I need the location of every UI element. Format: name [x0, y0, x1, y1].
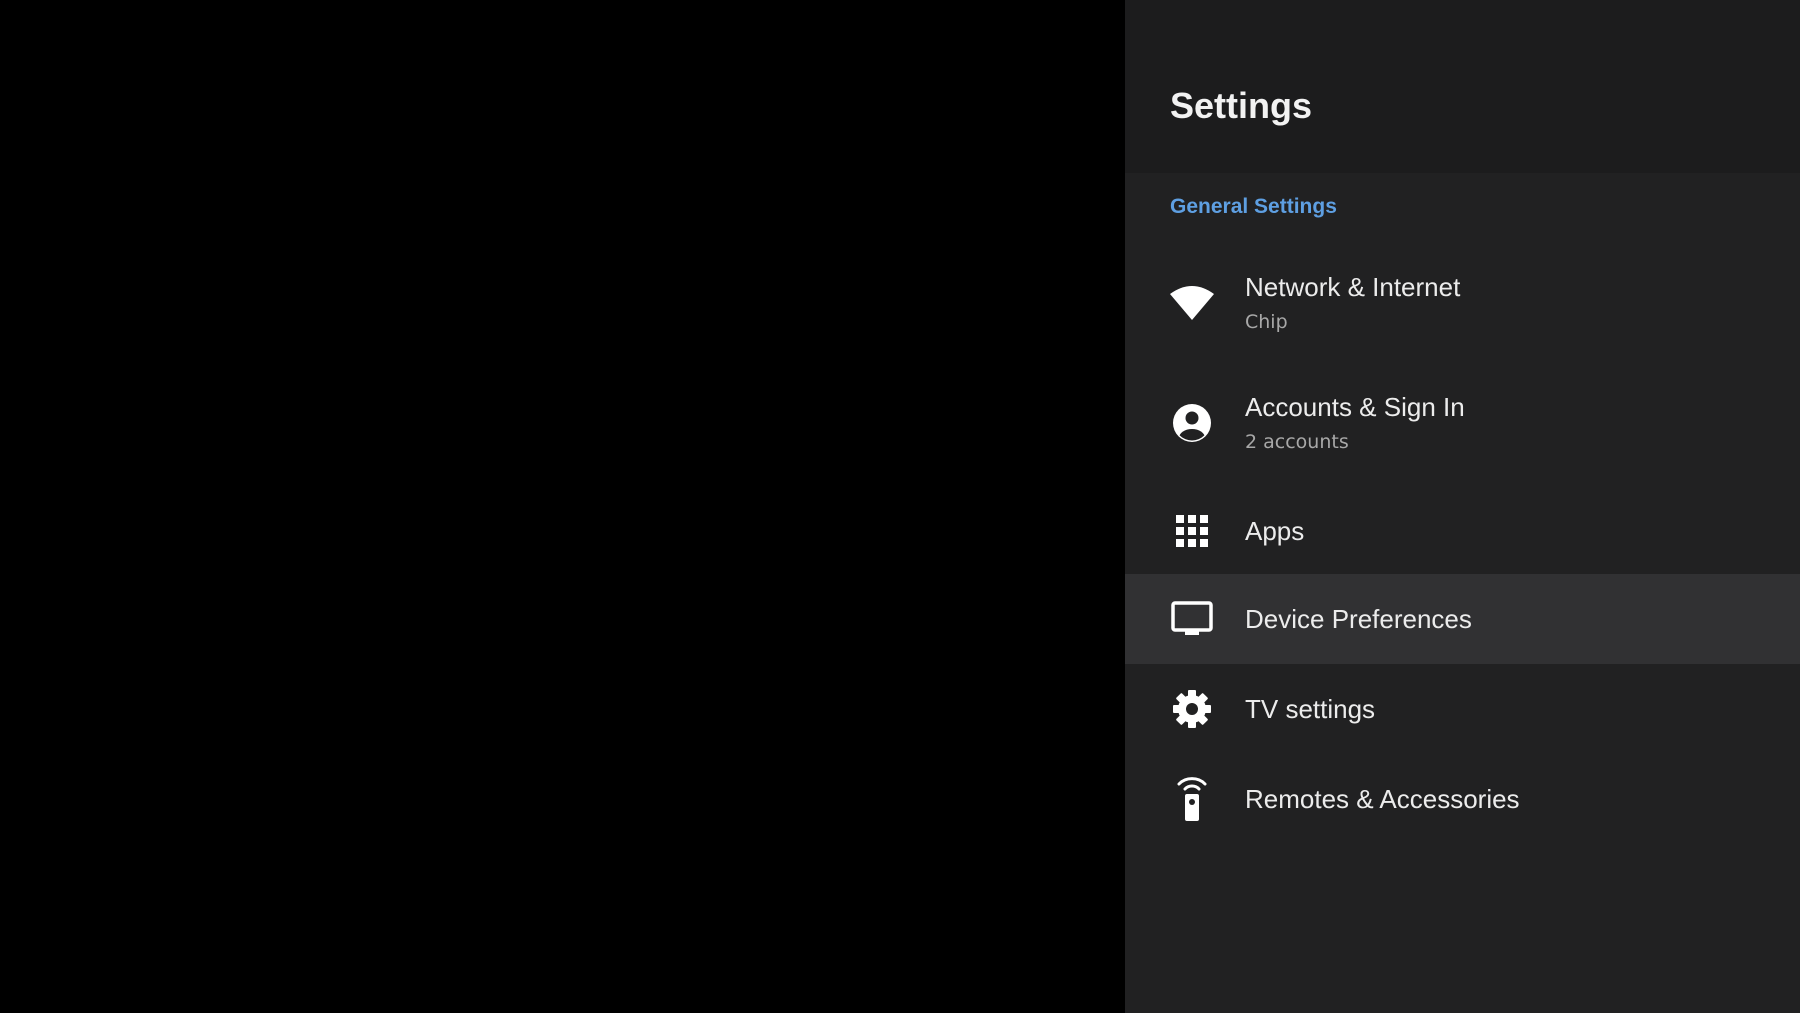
menu-item-subtitle: 2 accounts: [1245, 431, 1349, 453]
tv-monitor-icon: [1170, 597, 1214, 641]
menu-item-title: Accounts & Sign In: [1245, 392, 1465, 422]
menu-item-apps[interactable]: Apps: [1125, 488, 1800, 574]
gear-icon: [1170, 687, 1214, 731]
menu-item-tv-settings[interactable]: TV settings: [1125, 664, 1800, 754]
section-header-general-settings: General Settings: [1170, 195, 1337, 218]
account-circle-icon: [1170, 401, 1214, 445]
menu-item-title: Network & Internet: [1245, 272, 1461, 302]
page-title: Settings: [1170, 85, 1313, 126]
remote-control-icon: [1170, 774, 1214, 822]
menu-item-subtitle: Chip: [1245, 311, 1288, 333]
menu-item-network-internet[interactable]: Network & Internet Chip: [1125, 248, 1800, 368]
menu-item-device-preferences[interactable]: Device Preferences: [1125, 574, 1800, 664]
tv-settings-screen: Settings General Settings Network & Inte…: [0, 0, 1800, 1013]
menu-item-title: Remotes & Accessories: [1245, 784, 1520, 814]
settings-side-panel: Settings General Settings Network & Inte…: [1125, 0, 1800, 1013]
dimmed-background: [0, 0, 1125, 1013]
wifi-icon: [1170, 280, 1214, 324]
menu-item-title: Apps: [1245, 516, 1305, 546]
menu-item-title: Device Preferences: [1245, 604, 1472, 634]
menu-item-accounts-sign-in[interactable]: Accounts & Sign In 2 accounts: [1125, 368, 1800, 488]
menu-item-remotes-accessories[interactable]: Remotes & Accessories: [1125, 754, 1800, 844]
menu-item-title: TV settings: [1245, 694, 1376, 724]
settings-header: Settings: [1125, 0, 1800, 173]
apps-grid-icon: [1170, 509, 1214, 553]
